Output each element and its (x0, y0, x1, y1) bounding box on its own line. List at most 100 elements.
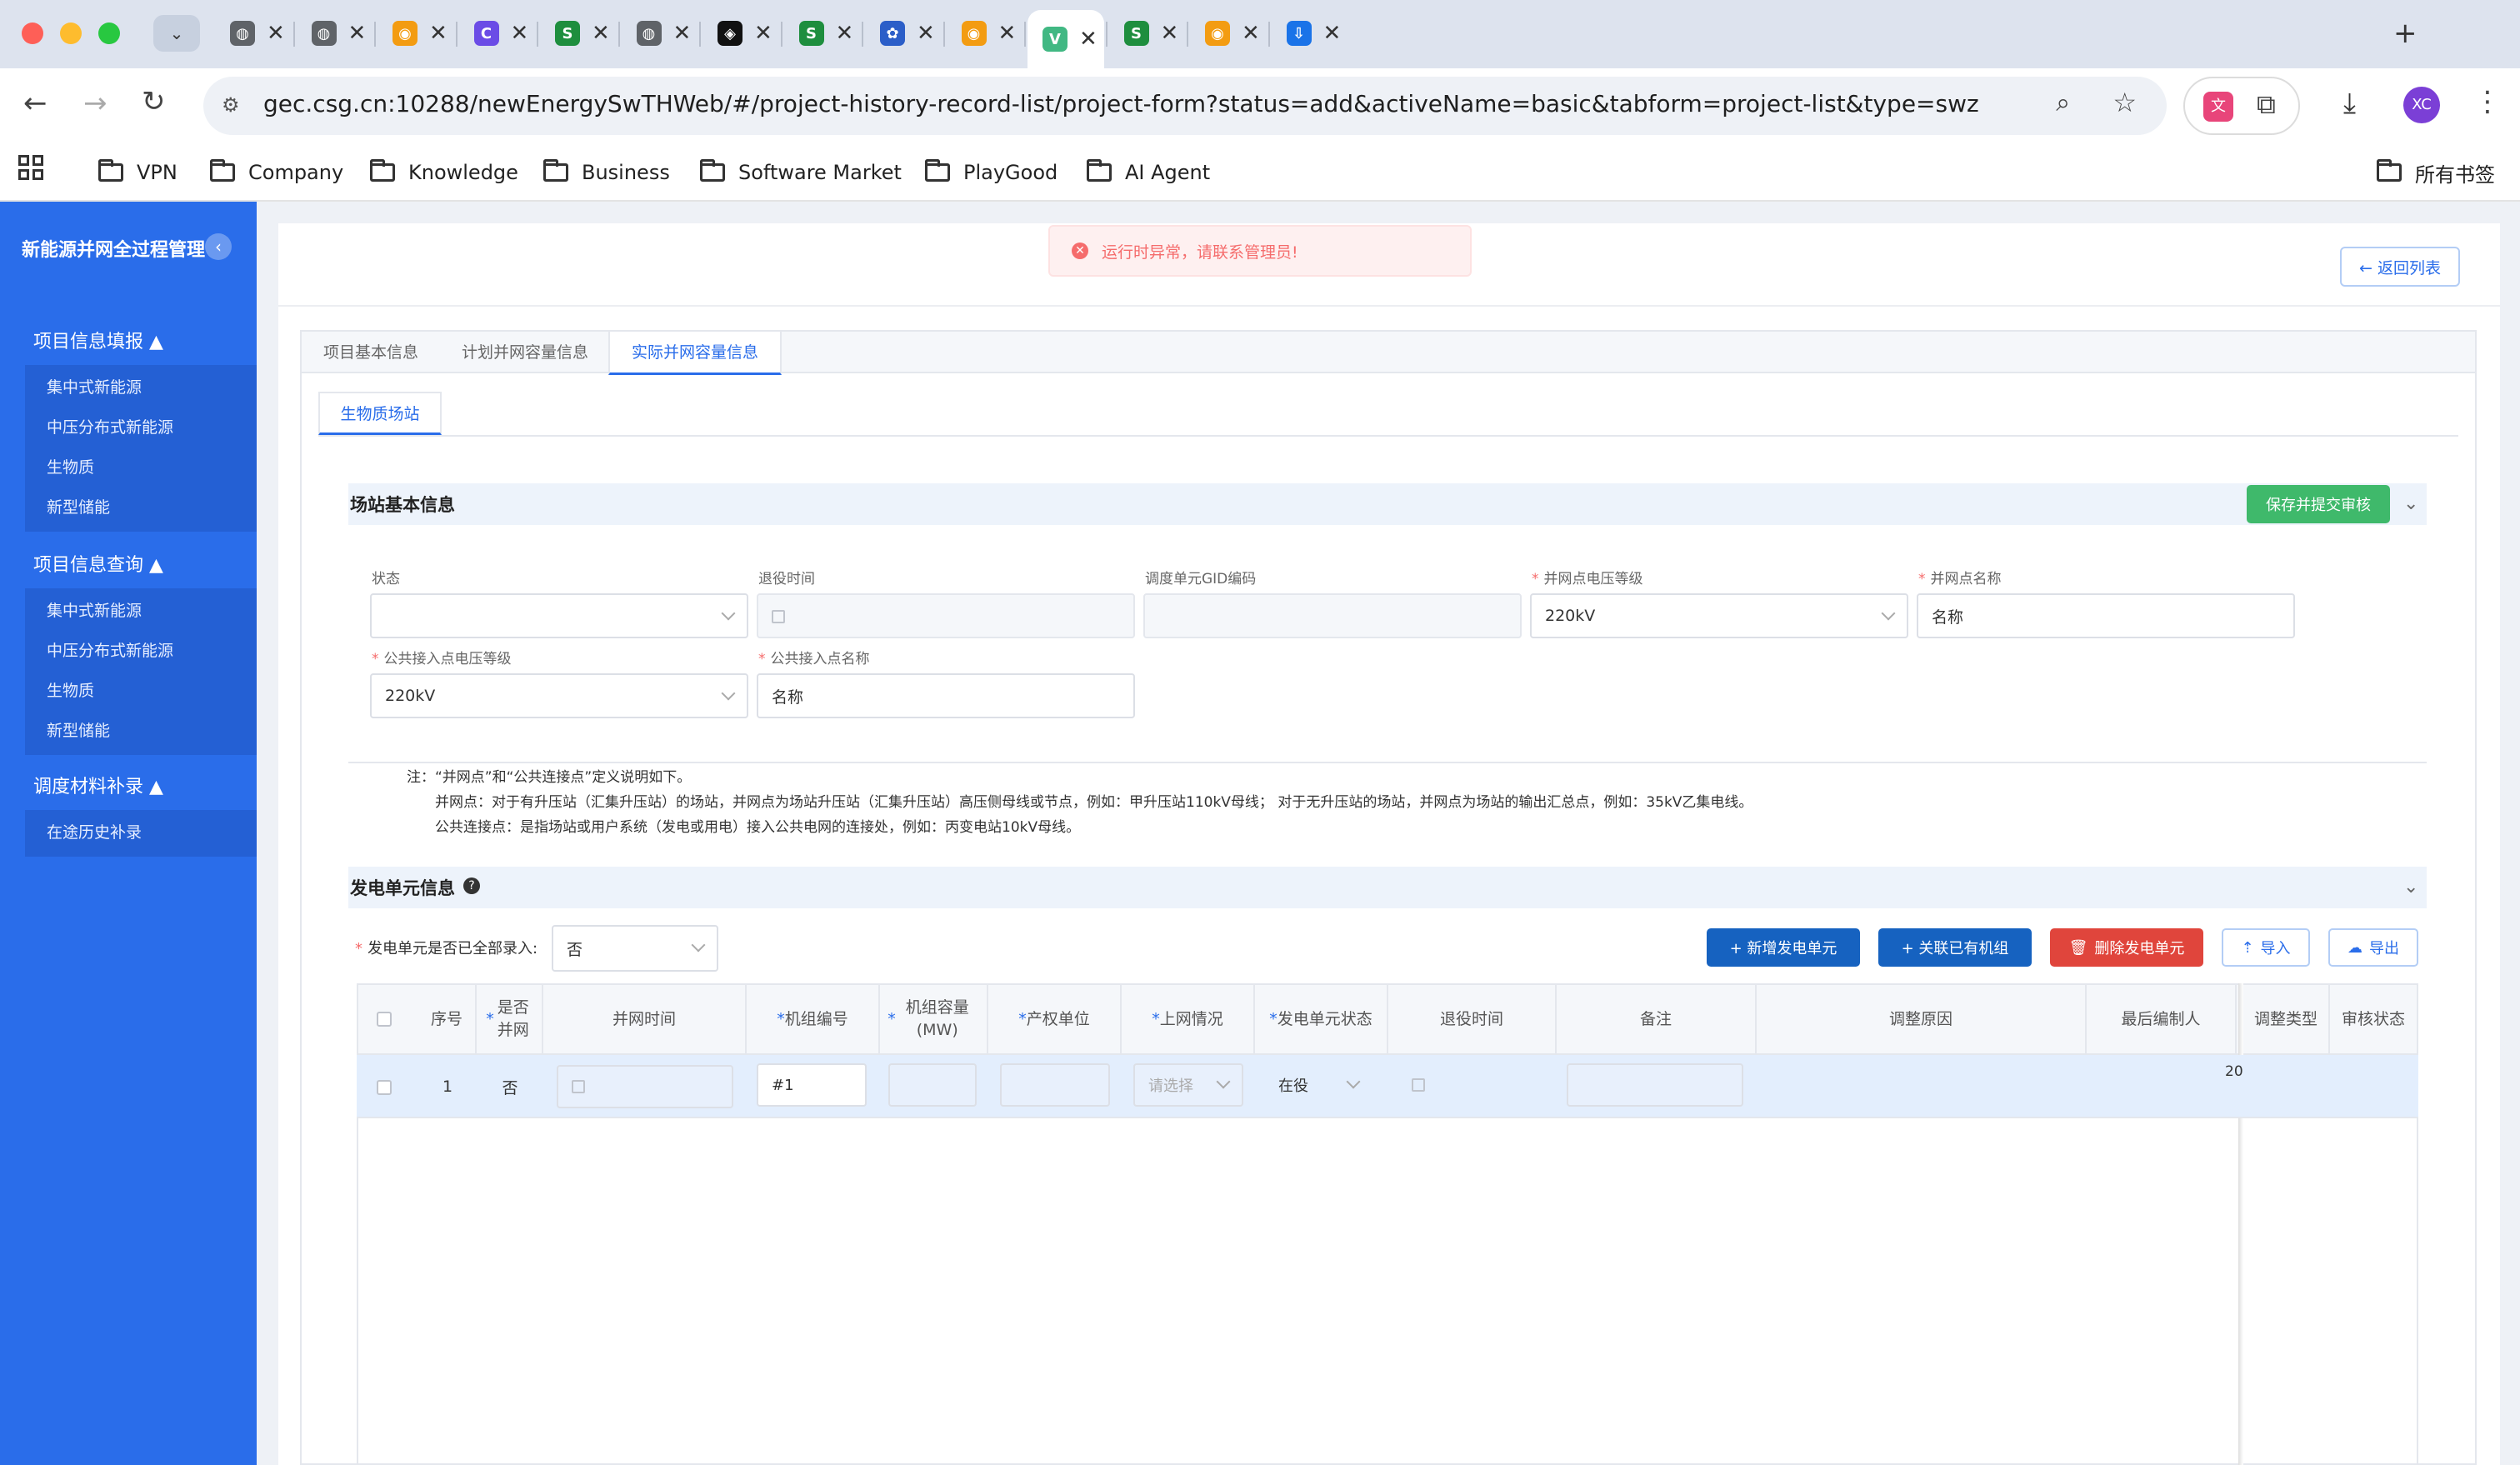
close-tab-icon[interactable]: ✕ (998, 21, 1017, 46)
close-tab-icon[interactable]: ✕ (1161, 21, 1179, 46)
close-window-icon[interactable] (22, 22, 43, 44)
sidebar-item[interactable]: 中压分布式新能源 (47, 638, 173, 661)
import-button[interactable]: ⇡ 导入 (2222, 928, 2310, 967)
sidebar-group[interactable]: 调度材料补录 ▲ (33, 772, 163, 798)
browser-tab[interactable]: ◍新标✕ (622, 10, 698, 57)
translate-extension-icon[interactable]: 文 (2203, 92, 2233, 122)
sidebar-group[interactable]: 项目信息查询 ▲ (33, 550, 163, 577)
sidebar-item[interactable]: 新型储能 (47, 718, 110, 741)
close-tab-icon[interactable]: ✕ (836, 21, 854, 46)
close-tab-icon[interactable]: ✕ (348, 21, 367, 46)
cell-retire-input[interactable] (1397, 1063, 1505, 1107)
public-voltage-select[interactable]: 220kV (370, 673, 748, 718)
tab-search-chevron-icon[interactable]: ⌄ (153, 15, 200, 52)
maximize-window-icon[interactable] (98, 22, 120, 44)
cell-owner-input[interactable] (1000, 1063, 1110, 1107)
close-tab-icon[interactable]: ✕ (592, 21, 610, 46)
cell-network-select[interactable]: 请选择 (1133, 1063, 1243, 1107)
cell-unit-no-input[interactable]: #1 (757, 1063, 867, 1107)
back-to-list-button[interactable]: ← 返回列表 (2340, 247, 2460, 287)
browser-tab[interactable]: V项目✕ (1028, 10, 1104, 68)
cell-remark-input[interactable] (1567, 1063, 1743, 1107)
browser-tab[interactable]: ◉集中✕ (1190, 10, 1267, 57)
minimize-window-icon[interactable] (60, 22, 82, 44)
add-unit-button[interactable]: + 新增发电单元 (1707, 928, 1860, 967)
sidebar-item[interactable]: 中压分布式新能源 (47, 415, 173, 438)
units-collapse-chevron-icon[interactable]: ⌄ (2403, 877, 2418, 898)
sidebar-item[interactable]: 集中式新能源 (47, 598, 142, 621)
bookmark-item[interactable]: AI Agent (1087, 153, 1210, 192)
reload-icon[interactable]: ↻ (142, 85, 166, 118)
apps-grid-icon[interactable] (18, 155, 43, 180)
bookmark-item[interactable]: Company (210, 153, 343, 192)
sidebar-item[interactable]: 在途历史补录 (47, 820, 142, 842)
sidebar-collapse-icon[interactable]: ‹ (205, 233, 232, 260)
gid-input[interactable] (1143, 593, 1522, 638)
public-name-input[interactable]: 名称 (757, 673, 1135, 718)
status-select[interactable] (370, 593, 748, 638)
export-button[interactable]: ☁ 导出 (2328, 928, 2418, 967)
cell-state-select[interactable]: 在役 (1263, 1063, 1373, 1107)
browser-tab[interactable]: ◈Cur✕ (702, 10, 779, 57)
browser-tab[interactable]: ◍管理✕ (215, 10, 292, 57)
sidebar-item[interactable]: 生物质 (47, 678, 94, 701)
station-collapse-chevron-icon[interactable]: ⌄ (2403, 493, 2418, 514)
row-checkbox[interactable] (377, 1080, 392, 1095)
sidebar-item[interactable]: 新型储能 (47, 495, 110, 518)
close-tab-icon[interactable]: ✕ (1079, 27, 1098, 52)
forward-arrow-icon[interactable]: → (83, 87, 108, 120)
save-submit-button[interactable]: 保存并提交审核 (2247, 485, 2390, 523)
sidebar-title: 新能源并网全过程管理 (22, 240, 206, 261)
bookmark-item[interactable]: Knowledge (370, 153, 518, 192)
browser-tab[interactable]: ✿南网✕ (865, 10, 942, 57)
grid-name-input[interactable]: 名称 (1917, 593, 2295, 638)
all-bookmarks[interactable]: 所有书签 (2377, 153, 2495, 192)
close-tab-icon[interactable]: ✕ (1242, 21, 1260, 46)
link-unit-button[interactable]: + 关联已有机组 (1878, 928, 2032, 967)
close-tab-icon[interactable]: ✕ (1323, 21, 1342, 46)
close-tab-icon[interactable]: ✕ (754, 21, 772, 46)
browser-menu-icon[interactable]: ⋮ (2473, 85, 2502, 118)
back-arrow-icon[interactable]: ← (23, 87, 48, 120)
browser-tab[interactable]: CArti✕ (459, 10, 536, 57)
browser-tab[interactable]: ◉使用✕ (378, 10, 454, 57)
site-info-icon[interactable]: ⚙ (222, 93, 240, 117)
profile-avatar[interactable]: XC (2403, 87, 2440, 123)
close-tab-icon[interactable]: ✕ (511, 21, 529, 46)
browser-tab[interactable]: ⇩下载✕ (1272, 10, 1348, 57)
browser-tab[interactable]: Sxny✕ (1109, 10, 1186, 57)
sidebar-item[interactable]: 生物质 (47, 455, 94, 478)
tab-basic-info[interactable]: 项目基本信息 (302, 332, 440, 375)
delete-unit-button[interactable]: 🗑 删除发电单元 (2050, 928, 2203, 967)
browser-tab[interactable]: ◉绿能✕ (947, 10, 1023, 57)
extensions-puzzle-icon[interactable]: ⧉ (2257, 88, 2276, 121)
cell-grid-time-input[interactable] (557, 1065, 733, 1108)
browser-tab[interactable]: ◍DCC✕ (297, 10, 373, 57)
close-tab-icon[interactable]: ✕ (917, 21, 935, 46)
grid-voltage-select[interactable]: 220kV (1530, 593, 1908, 638)
download-icon[interactable]: ⤓ (2343, 87, 2356, 120)
browser-tab[interactable]: S01-✕ (540, 10, 617, 57)
url-text[interactable]: gec.csg.cn:10288/newEnergySwTHWeb/#/proj… (263, 90, 1979, 118)
tab-actual-capacity[interactable]: 实际并网容量信息 (608, 332, 782, 375)
bookmark-item[interactable]: Business (543, 153, 670, 192)
help-icon[interactable]: ? (463, 878, 480, 894)
browser-tab[interactable]: S01-✕ (784, 10, 861, 57)
sidebar-group[interactable]: 项目信息填报 ▲ (33, 327, 163, 353)
select-all-checkbox[interactable] (377, 1012, 392, 1027)
sidebar-item[interactable]: 集中式新能源 (47, 375, 142, 398)
close-tab-icon[interactable]: ✕ (429, 21, 448, 46)
tab-planned-capacity[interactable]: 计划并网容量信息 (440, 332, 610, 375)
new-tab-icon[interactable]: + (2393, 17, 2418, 50)
bookmark-item[interactable]: Software Market (700, 153, 902, 192)
cell-capacity-input[interactable] (888, 1063, 977, 1107)
zoom-icon[interactable]: ⌕ (2056, 88, 2070, 118)
retire-time-input[interactable] (757, 593, 1135, 638)
bookmark-star-icon[interactable]: ☆ (2112, 87, 2137, 118)
close-tab-icon[interactable]: ✕ (267, 21, 285, 46)
close-tab-icon[interactable]: ✕ (673, 21, 692, 46)
all-entered-select[interactable]: 否 (552, 925, 718, 972)
bookmark-item[interactable]: PlayGood (925, 153, 1058, 192)
subtab-biomass-station[interactable]: 生物质场站 (318, 392, 442, 435)
bookmark-item[interactable]: VPN (98, 153, 178, 192)
